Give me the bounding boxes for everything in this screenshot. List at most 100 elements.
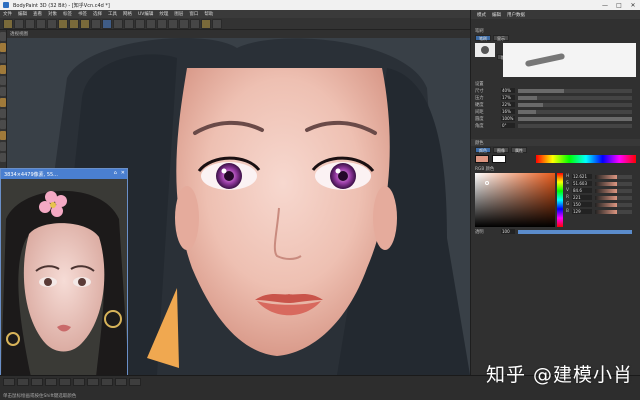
menu-edit[interactable]: 编辑 (18, 11, 27, 17)
cube-icon[interactable] (124, 18, 134, 29)
timeline-btn-8[interactable] (101, 378, 113, 386)
polygon-tool-icon[interactable] (0, 109, 6, 118)
tab-display[interactable]: 显示 (493, 34, 509, 41)
menu-bookmarks[interactable]: 书签 (78, 11, 87, 17)
setting-slider[interactable] (518, 116, 632, 121)
render-settings-icon[interactable] (113, 18, 123, 29)
setting-slider[interactable] (518, 102, 632, 107)
uv-tool-icon[interactable] (0, 120, 6, 129)
scale-icon[interactable] (36, 18, 46, 29)
reference-window-titlebar[interactable]: 3834×4479像素, 55... ⌂ ✕ (1, 169, 127, 179)
clone-tool-icon[interactable] (0, 76, 6, 85)
channel-value[interactable]: 150 (572, 202, 592, 207)
viewport-label[interactable]: 透视视图 (10, 31, 28, 37)
menu-layer[interactable]: 图层 (174, 11, 183, 17)
channel-value[interactable]: 221 (572, 195, 592, 200)
refwin-close-icon[interactable]: ✕ (121, 170, 125, 176)
hue-slider[interactable] (557, 173, 563, 227)
axis-y-icon[interactable] (69, 18, 79, 29)
eraser-tool-icon[interactable] (0, 54, 6, 63)
channel-slider[interactable] (595, 202, 632, 207)
setting-value[interactable]: 40% (501, 88, 515, 93)
axis-z-icon[interactable] (80, 18, 90, 29)
undo-icon[interactable] (3, 18, 13, 29)
color-mode-label[interactable]: RGB 颜色 (475, 166, 494, 172)
select-tool-icon[interactable] (0, 32, 6, 41)
background-color-swatch[interactable] (492, 155, 506, 163)
setting-value[interactable]: 100% (501, 116, 515, 121)
menu-tags[interactable]: 标签 (63, 11, 72, 17)
fill-tool-icon[interactable] (0, 87, 6, 96)
channel-slider[interactable] (595, 209, 632, 214)
menu-help[interactable]: 帮助 (204, 11, 213, 17)
channel-value[interactable]: 51.603 (572, 181, 592, 186)
pin-icon[interactable]: ⌂ (114, 170, 117, 176)
channel-slider[interactable] (595, 188, 632, 193)
timeline-btn-3[interactable] (31, 378, 43, 386)
opacity-slider[interactable] (518, 229, 632, 234)
smudge-tool-icon[interactable] (0, 65, 6, 74)
setting-slider[interactable] (518, 109, 632, 114)
tab-mode[interactable]: 模式 (477, 12, 486, 18)
close-button[interactable]: ✕ (626, 0, 640, 10)
channel-value[interactable]: 129 (572, 209, 592, 214)
timeline-btn-10[interactable] (129, 378, 141, 386)
brush-tool-icon[interactable] (0, 43, 6, 52)
menu-uv-edit[interactable]: UV编辑 (138, 11, 153, 17)
timeline-btn-2[interactable] (17, 378, 29, 386)
tab-brush[interactable]: 笔刷 (475, 34, 491, 41)
menu-object[interactable]: 对象 (48, 11, 57, 17)
tab-properties[interactable]: 属性 (511, 146, 527, 153)
setting-slider[interactable] (518, 95, 632, 100)
scene-icon[interactable] (168, 18, 178, 29)
deformer-icon[interactable] (157, 18, 167, 29)
color-picker-cursor[interactable] (485, 181, 489, 185)
timeline-btn-5[interactable] (59, 378, 71, 386)
menu-mesh[interactable]: 网格 (123, 11, 132, 17)
paint-icon[interactable] (201, 18, 211, 29)
light-icon[interactable] (190, 18, 200, 29)
redo-icon[interactable] (14, 18, 24, 29)
hue-strip[interactable] (536, 155, 636, 163)
nurbs-icon[interactable] (146, 18, 156, 29)
axis-x-icon[interactable] (58, 18, 68, 29)
tab-edit[interactable]: 编辑 (492, 12, 501, 18)
maximize-button[interactable]: □ (612, 0, 626, 10)
move-icon[interactable] (25, 18, 35, 29)
brush-thumbnail[interactable] (475, 43, 495, 57)
timeline-btn-9[interactable] (115, 378, 127, 386)
color-pick-tool-icon[interactable] (0, 131, 6, 140)
timeline-btn-7[interactable] (87, 378, 99, 386)
menu-select[interactable]: 选择 (93, 11, 102, 17)
channel-value[interactable]: 84.6 (572, 188, 592, 193)
minimize-button[interactable]: — (598, 0, 612, 10)
setting-slider[interactable] (518, 123, 632, 128)
menu-texture[interactable]: 纹理 (159, 11, 168, 17)
text-tool-icon[interactable] (0, 142, 6, 151)
spline-icon[interactable] (135, 18, 145, 29)
projection-tool-icon[interactable] (0, 98, 6, 107)
channel-value[interactable]: 12.621 (572, 174, 592, 179)
menu-tools[interactable]: 工具 (108, 11, 117, 17)
reference-image-window[interactable]: 3834×4479像素, 55... ⌂ ✕ (0, 168, 128, 376)
render-icon[interactable] (102, 18, 112, 29)
setting-value[interactable]: 22% (501, 102, 515, 107)
current-color-swatch[interactable] (475, 155, 489, 163)
menu-view[interactable]: 查看 (33, 11, 42, 17)
menu-window[interactable]: 窗口 (189, 11, 198, 17)
setting-value[interactable]: 17% (501, 95, 515, 100)
tab-image[interactable]: 图像 (493, 146, 509, 153)
rotate-icon[interactable] (47, 18, 57, 29)
setting-value[interactable]: 0° (501, 123, 515, 128)
channel-slider[interactable] (595, 181, 632, 186)
menu-file[interactable]: 文件 (3, 11, 12, 17)
coord-icon[interactable] (91, 18, 101, 29)
channel-slider[interactable] (595, 195, 632, 200)
setting-slider[interactable] (518, 88, 632, 93)
tab-user-data[interactable]: 用户数据 (507, 12, 525, 18)
channel-slider[interactable] (595, 174, 632, 179)
camera-icon[interactable] (179, 18, 189, 29)
layout-icon[interactable] (212, 18, 222, 29)
saturation-value-field[interactable] (475, 173, 555, 227)
timeline-btn-1[interactable] (3, 378, 15, 386)
